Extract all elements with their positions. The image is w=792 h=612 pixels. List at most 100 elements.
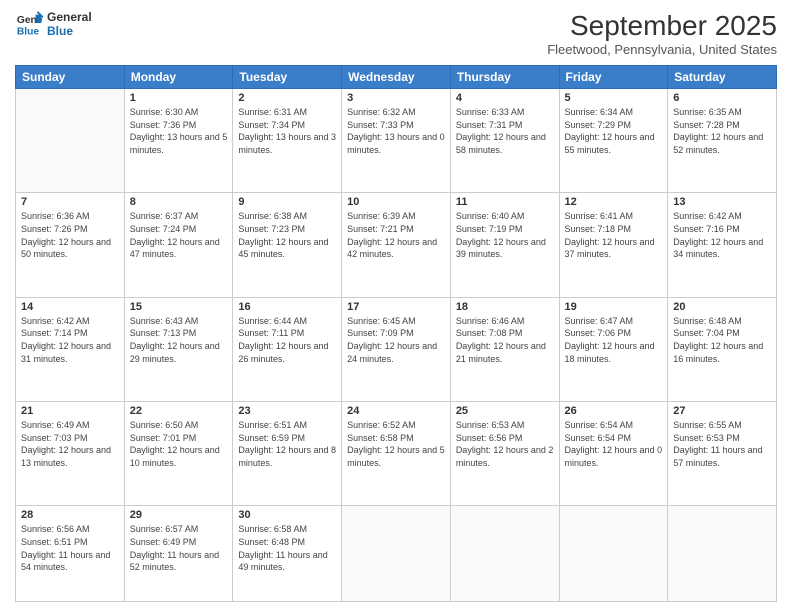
day-number: 19 <box>565 301 663 313</box>
day-info: Sunrise: 6:36 AM Sunset: 7:26 PM Dayligh… <box>21 210 119 260</box>
calendar: Sunday Monday Tuesday Wednesday Thursday… <box>15 65 777 602</box>
svg-text:Blue: Blue <box>17 26 40 37</box>
day-info: Sunrise: 6:56 AM Sunset: 6:51 PM Dayligh… <box>21 523 119 573</box>
day-number: 18 <box>456 301 554 313</box>
day-number: 1 <box>130 92 228 104</box>
table-row: 5 Sunrise: 6:34 AM Sunset: 7:29 PM Daylig… <box>559 89 668 193</box>
table-row: 23 Sunrise: 6:51 AM Sunset: 6:59 PM Dayli… <box>233 402 342 506</box>
day-number: 5 <box>565 92 663 104</box>
table-row: 28 Sunrise: 6:56 AM Sunset: 6:51 PM Dayli… <box>16 506 125 602</box>
day-number: 29 <box>130 509 228 521</box>
table-row: 20 Sunrise: 6:48 AM Sunset: 7:04 PM Dayli… <box>668 297 777 401</box>
day-number: 4 <box>456 92 554 104</box>
day-info: Sunrise: 6:48 AM Sunset: 7:04 PM Dayligh… <box>673 315 771 365</box>
day-info: Sunrise: 6:55 AM Sunset: 6:53 PM Dayligh… <box>673 419 771 469</box>
page: General Blue General Blue September 2025… <box>0 0 792 612</box>
day-info: Sunrise: 6:42 AM Sunset: 7:14 PM Dayligh… <box>21 315 119 365</box>
day-info: Sunrise: 6:46 AM Sunset: 7:08 PM Dayligh… <box>456 315 554 365</box>
table-row: 12Sunrise: 6:41 AM Sunset: 7:18 PM Dayli… <box>559 193 668 297</box>
day-info: Sunrise: 6:49 AM Sunset: 7:03 PM Dayligh… <box>21 419 119 469</box>
col-monday: Monday <box>124 66 233 89</box>
table-row: 17Sunrise: 6:45 AM Sunset: 7:09 PM Dayli… <box>342 297 451 401</box>
day-number: 13 <box>673 196 771 208</box>
col-saturday: Saturday <box>668 66 777 89</box>
logo-general: General <box>47 10 92 24</box>
day-number: 7 <box>21 196 119 208</box>
col-friday: Friday <box>559 66 668 89</box>
table-row: 24 Sunrise: 6:52 AM Sunset: 6:58 PM Dayli… <box>342 402 451 506</box>
day-number: 14 <box>21 301 119 313</box>
day-info: Sunrise: 6:31 AM Sunset: 7:34 PM Dayligh… <box>238 106 336 156</box>
day-info: Sunrise: 6:38 AM Sunset: 7:23 PM Dayligh… <box>238 210 336 260</box>
day-number: 28 <box>21 509 119 521</box>
table-row: 6 Sunrise: 6:35 AM Sunset: 7:28 PM Daylig… <box>668 89 777 193</box>
day-info: Sunrise: 6:47 AM Sunset: 7:06 PM Dayligh… <box>565 315 663 365</box>
table-row: 11Sunrise: 6:40 AM Sunset: 7:19 PM Dayli… <box>450 193 559 297</box>
logo-icon: General Blue <box>15 10 43 38</box>
day-number: 24 <box>347 405 445 417</box>
day-info: Sunrise: 6:52 AM Sunset: 6:58 PM Dayligh… <box>347 419 445 469</box>
table-row: 26Sunrise: 6:54 AM Sunset: 6:54 PM Dayli… <box>559 402 668 506</box>
title-block: September 2025 Fleetwood, Pennsylvania, … <box>547 10 777 57</box>
table-row <box>450 506 559 602</box>
day-info: Sunrise: 6:53 AM Sunset: 6:56 PM Dayligh… <box>456 419 554 469</box>
day-info: Sunrise: 6:41 AM Sunset: 7:18 PM Dayligh… <box>565 210 663 260</box>
day-info: Sunrise: 6:51 AM Sunset: 6:59 PM Dayligh… <box>238 419 336 469</box>
table-row: 15 Sunrise: 6:43 AM Sunset: 7:13 PM Dayli… <box>124 297 233 401</box>
col-wednesday: Wednesday <box>342 66 451 89</box>
table-row: 7 Sunrise: 6:36 AM Sunset: 7:26 PM Daylig… <box>16 193 125 297</box>
day-info: Sunrise: 6:39 AM Sunset: 7:21 PM Dayligh… <box>347 210 445 260</box>
day-number: 26 <box>565 405 663 417</box>
day-info: Sunrise: 6:30 AM Sunset: 7:36 PM Dayligh… <box>130 106 228 156</box>
day-number: 17 <box>347 301 445 313</box>
day-info: Sunrise: 6:43 AM Sunset: 7:13 PM Dayligh… <box>130 315 228 365</box>
table-row: 30Sunrise: 6:58 AM Sunset: 6:48 PM Dayli… <box>233 506 342 602</box>
table-row <box>16 89 125 193</box>
table-row: 18 Sunrise: 6:46 AM Sunset: 7:08 PM Dayli… <box>450 297 559 401</box>
table-row: 22 Sunrise: 6:50 AM Sunset: 7:01 PM Dayli… <box>124 402 233 506</box>
day-number: 22 <box>130 405 228 417</box>
day-info: Sunrise: 6:32 AM Sunset: 7:33 PM Dayligh… <box>347 106 445 156</box>
day-info: Sunrise: 6:57 AM Sunset: 6:49 PM Dayligh… <box>130 523 228 573</box>
day-number: 2 <box>238 92 336 104</box>
col-sunday: Sunday <box>16 66 125 89</box>
logo: General Blue General Blue <box>15 10 92 38</box>
table-row: 3Sunrise: 6:32 AM Sunset: 7:33 PM Daylig… <box>342 89 451 193</box>
table-row <box>342 506 451 602</box>
table-row: 4Sunrise: 6:33 AM Sunset: 7:31 PM Daylig… <box>450 89 559 193</box>
month-title: September 2025 <box>547 10 777 42</box>
day-number: 15 <box>130 301 228 313</box>
day-number: 9 <box>238 196 336 208</box>
table-row: 14 Sunrise: 6:42 AM Sunset: 7:14 PM Dayli… <box>16 297 125 401</box>
header: General Blue General Blue September 2025… <box>15 10 777 57</box>
table-row <box>559 506 668 602</box>
day-info: Sunrise: 6:44 AM Sunset: 7:11 PM Dayligh… <box>238 315 336 365</box>
table-row: 19 Sunrise: 6:47 AM Sunset: 7:06 PM Dayli… <box>559 297 668 401</box>
table-row: 10Sunrise: 6:39 AM Sunset: 7:21 PM Dayli… <box>342 193 451 297</box>
day-info: Sunrise: 6:37 AM Sunset: 7:24 PM Dayligh… <box>130 210 228 260</box>
table-row: 21Sunrise: 6:49 AM Sunset: 7:03 PM Dayli… <box>16 402 125 506</box>
table-row: 27Sunrise: 6:55 AM Sunset: 6:53 PM Dayli… <box>668 402 777 506</box>
day-info: Sunrise: 6:34 AM Sunset: 7:29 PM Dayligh… <box>565 106 663 156</box>
location: Fleetwood, Pennsylvania, United States <box>547 42 777 57</box>
day-number: 11 <box>456 196 554 208</box>
day-info: Sunrise: 6:42 AM Sunset: 7:16 PM Dayligh… <box>673 210 771 260</box>
table-row: 25 Sunrise: 6:53 AM Sunset: 6:56 PM Dayli… <box>450 402 559 506</box>
day-number: 6 <box>673 92 771 104</box>
table-row: 1 Sunrise: 6:30 AM Sunset: 7:36 PM Daylig… <box>124 89 233 193</box>
table-row: 2 Sunrise: 6:31 AM Sunset: 7:34 PM Daylig… <box>233 89 342 193</box>
day-number: 16 <box>238 301 336 313</box>
table-row: 8Sunrise: 6:37 AM Sunset: 7:24 PM Daylig… <box>124 193 233 297</box>
col-thursday: Thursday <box>450 66 559 89</box>
day-number: 25 <box>456 405 554 417</box>
table-row: 16 Sunrise: 6:44 AM Sunset: 7:11 PM Dayli… <box>233 297 342 401</box>
table-row <box>668 506 777 602</box>
day-info: Sunrise: 6:35 AM Sunset: 7:28 PM Dayligh… <box>673 106 771 156</box>
day-number: 20 <box>673 301 771 313</box>
header-row: Sunday Monday Tuesday Wednesday Thursday… <box>16 66 777 89</box>
col-tuesday: Tuesday <box>233 66 342 89</box>
day-number: 30 <box>238 509 336 521</box>
logo-blue: Blue <box>47 24 92 38</box>
day-info: Sunrise: 6:50 AM Sunset: 7:01 PM Dayligh… <box>130 419 228 469</box>
day-number: 23 <box>238 405 336 417</box>
